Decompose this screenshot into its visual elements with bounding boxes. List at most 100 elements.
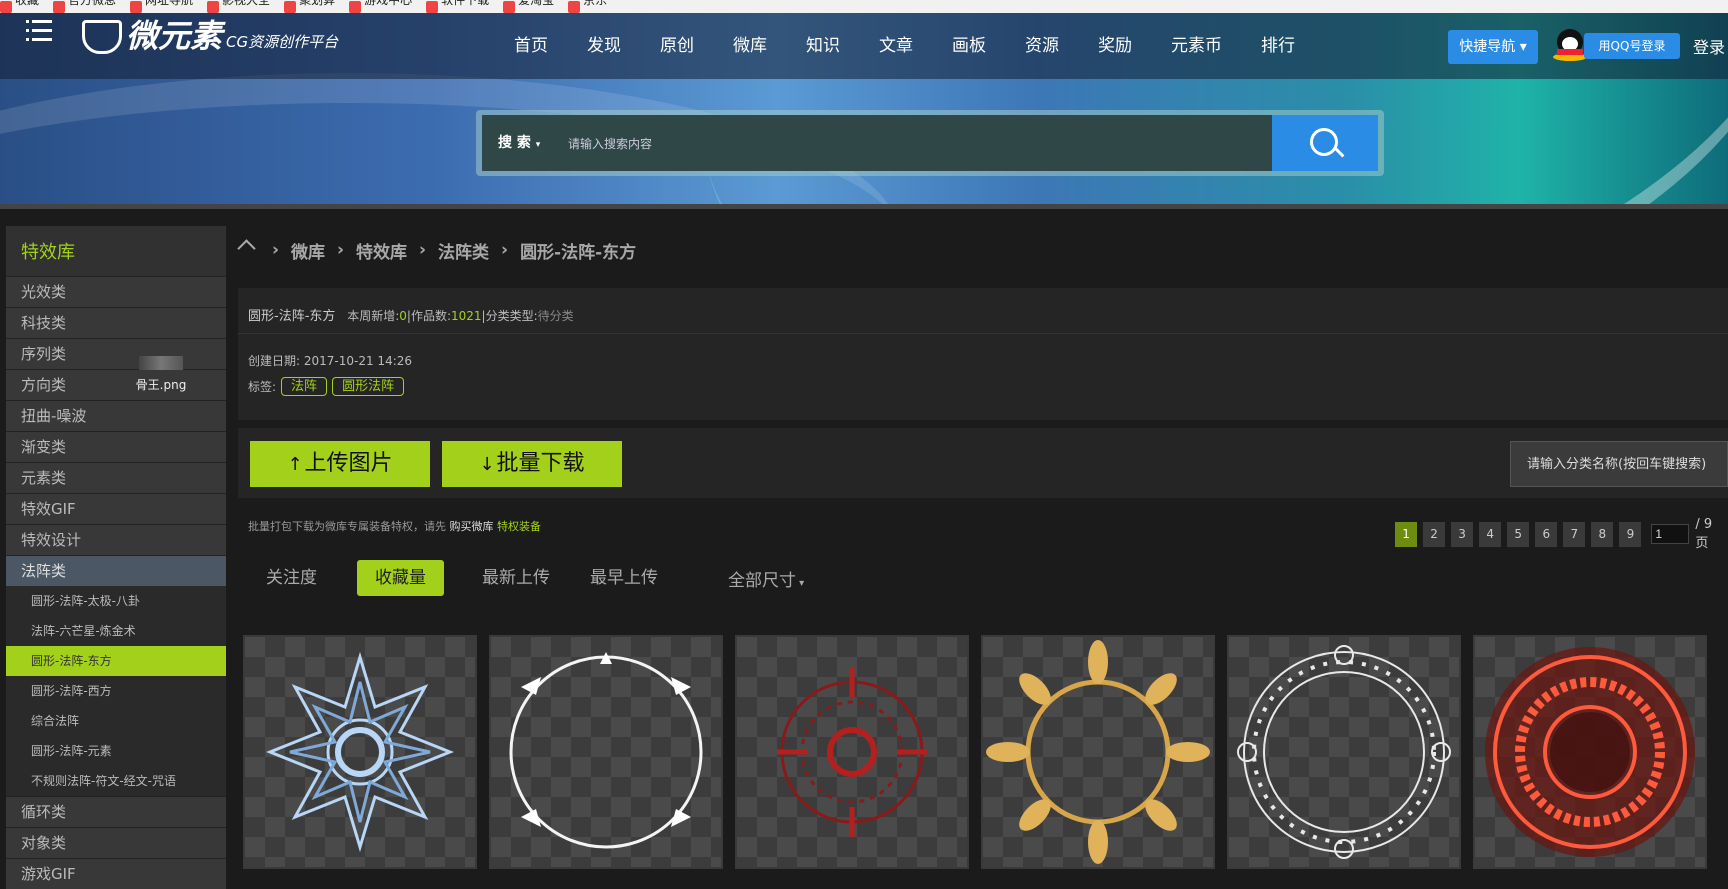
thumbnail-card[interactable] — [735, 635, 969, 869]
batch-download-button[interactable]: ↓批量下载 — [442, 441, 622, 487]
bookmark-item[interactable]: 收藏 — [15, 0, 39, 7]
category-stats: 圆形-法阵-东方 本周新增:0|作品数:1021|分类类型:待分类 — [248, 305, 574, 324]
sidebar-item-gif[interactable]: 特效GIF — [6, 493, 226, 524]
bookmark-favicon-icon — [503, 0, 516, 13]
home-icon[interactable] — [238, 242, 254, 258]
category-search-input[interactable]: 请输入分类名称(按回车键搜索) — [1510, 441, 1728, 487]
thumbnail-card[interactable] — [981, 635, 1215, 869]
search-input[interactable] — [566, 115, 1270, 173]
page-button[interactable]: 9 — [1619, 521, 1642, 547]
sort-tab-favorites[interactable]: 收藏量 — [357, 560, 444, 596]
nav-ranking[interactable]: 排行 — [1261, 13, 1295, 79]
nav-boards[interactable]: 画板 — [952, 13, 986, 79]
sidebar-item-magic-circle[interactable]: 法阵类 — [6, 555, 226, 586]
search-button[interactable] — [1272, 115, 1378, 171]
page-button[interactable]: 7 — [1563, 521, 1586, 547]
privilege-link[interactable]: 特权装备 — [497, 520, 541, 533]
page-button[interactable]: 4 — [1479, 521, 1502, 547]
sidebar-item-sequence[interactable]: 序列类 — [6, 338, 226, 369]
page-button[interactable]: 3 — [1451, 521, 1474, 547]
thumbnail-card[interactable] — [489, 635, 723, 869]
sidebar-item-gradient[interactable]: 渐变类 — [6, 431, 226, 462]
weekly-count: 0 — [399, 309, 407, 323]
sidebar-subitem-western[interactable]: 圆形-法阵-西方 — [6, 676, 226, 706]
nav-coins[interactable]: 元素币 — [1171, 13, 1222, 79]
tag-item[interactable]: 圆形法阵 — [332, 377, 405, 396]
bookmark-item[interactable]: 聚划算 — [299, 0, 335, 7]
hamburger-menu-icon[interactable] — [26, 20, 52, 46]
sidebar-item-distortion[interactable]: 扭曲-噪波 — [6, 400, 226, 431]
download-arrow-icon: ↓ — [479, 454, 495, 475]
bookmark-item[interactable]: 软件下载 — [441, 0, 489, 7]
buy-library-link[interactable]: 购买微库 — [450, 520, 494, 533]
image-grid — [243, 635, 1728, 881]
logo-subtitle: CG资源创作平台 — [226, 33, 339, 51]
sort-tab-oldest[interactable]: 最早上传 — [572, 560, 676, 596]
thumbnail-card[interactable] — [1473, 635, 1707, 869]
bookmark-item[interactable]: 网址导航 — [145, 0, 193, 7]
category-info-panel: 圆形-法阵-东方 本周新增:0|作品数:1021|分类类型:待分类 创建日期: … — [238, 288, 1728, 420]
sidebar-item-elements[interactable]: 元素类 — [6, 462, 226, 493]
download-label: 批量下载 — [496, 451, 585, 476]
sidebar-subitem-eastern[interactable]: 圆形-法阵-东方 — [6, 646, 226, 676]
page-button[interactable]: 5 — [1507, 521, 1530, 547]
bookmark-item[interactable]: 影视大全 — [222, 0, 270, 7]
sidebar-subitem-element[interactable]: 圆形-法阵-元素 — [6, 736, 226, 766]
sidebar-item-direction[interactable]: 方向类 — [6, 369, 226, 400]
file-thumbnail-icon — [139, 356, 183, 370]
login-link[interactable]: 登录 — [1693, 34, 1725, 58]
nav-home[interactable]: 首页 — [514, 13, 548, 79]
page-button[interactable]: 8 — [1591, 521, 1614, 547]
sidebar-subitem-hexagram[interactable]: 法阵-六芒星-炼金术 — [6, 616, 226, 646]
qq-login-button[interactable]: 用QQ号登录 — [1584, 33, 1680, 59]
nav-rewards[interactable]: 奖励 — [1098, 13, 1132, 79]
upload-button[interactable]: ↑上传图片 — [250, 441, 430, 487]
bookmark-favicon-icon — [0, 0, 12, 13]
upload-arrow-icon: ↑ — [287, 454, 303, 475]
page-button[interactable]: 2 — [1423, 521, 1446, 547]
logo-mark-icon — [82, 20, 122, 54]
breadcrumb-effects[interactable]: 特效库 — [356, 238, 407, 263]
quick-nav-button[interactable]: 快捷导航 ▾ — [1448, 30, 1538, 64]
sort-tab-attention[interactable]: 关注度 — [248, 560, 335, 596]
sidebar-item-loop[interactable]: 循环类 — [6, 796, 226, 827]
nav-knowledge[interactable]: 知识 — [806, 13, 840, 79]
upload-label: 上传图片 — [304, 451, 393, 476]
breadcrumb-magic-circle[interactable]: 法阵类 — [438, 238, 489, 263]
nav-original[interactable]: 原创 — [660, 13, 694, 79]
nav-discover[interactable]: 发现 — [587, 13, 621, 79]
sort-tab-newest[interactable]: 最新上传 — [464, 560, 568, 596]
breadcrumb-library[interactable]: 微库 — [291, 238, 325, 263]
thumbnail-card[interactable] — [1227, 635, 1461, 869]
bookmark-item[interactable]: 爱淘宝 — [518, 0, 554, 7]
sidebar-subitem-irregular[interactable]: 不规则法阵-符文-经文-咒语 — [6, 766, 226, 796]
tag-item[interactable]: 法阵 — [281, 377, 328, 396]
red-rune-circle-icon — [777, 667, 927, 837]
sidebar-item-game-gif[interactable]: 游戏GIF — [6, 858, 226, 889]
nav-articles[interactable]: 文章 — [879, 13, 913, 79]
bookmark-favicon-icon — [53, 0, 66, 13]
sidebar-item-object[interactable]: 对象类 — [6, 827, 226, 858]
thumbnail-card[interactable] — [243, 635, 477, 869]
page-number-input[interactable] — [1651, 524, 1690, 544]
bookmark-favicon-icon — [284, 0, 297, 13]
page-button[interactable]: 6 — [1535, 521, 1558, 547]
nav-library[interactable]: 微库 — [733, 13, 767, 79]
dragged-file-icon[interactable]: 骨王.png — [133, 356, 189, 393]
sidebar-item-light[interactable]: 光效类 — [6, 276, 226, 307]
page-button[interactable]: 1 — [1395, 521, 1418, 547]
site-logo[interactable]: 微元素 CG资源创作平台 — [82, 14, 338, 54]
sidebar-subitem-taiji[interactable]: 圆形-法阵-太极-八卦 — [6, 586, 226, 616]
nav-resources[interactable]: 资源 — [1025, 13, 1059, 79]
bookmark-item[interactable]: 官方微息 — [68, 0, 116, 7]
size-filter-dropdown[interactable]: 全部尺寸 ▾ — [728, 566, 804, 591]
sidebar-item-design[interactable]: 特效设计 — [6, 524, 226, 555]
blue-mandala-icon — [265, 651, 455, 853]
sidebar-item-tech[interactable]: 科技类 — [6, 307, 226, 338]
sidebar-title: 特效库 — [6, 226, 226, 276]
search-type-dropdown[interactable]: 搜 索 ▾ — [498, 115, 540, 173]
notice-text: 批量打包下载为微库专属装备特权，请先 — [248, 520, 446, 533]
sidebar-subitem-mixed[interactable]: 综合法阵 — [6, 706, 226, 736]
bookmark-item[interactable]: 京东 — [583, 0, 607, 7]
bookmark-item[interactable]: 游戏中心 — [364, 0, 412, 7]
